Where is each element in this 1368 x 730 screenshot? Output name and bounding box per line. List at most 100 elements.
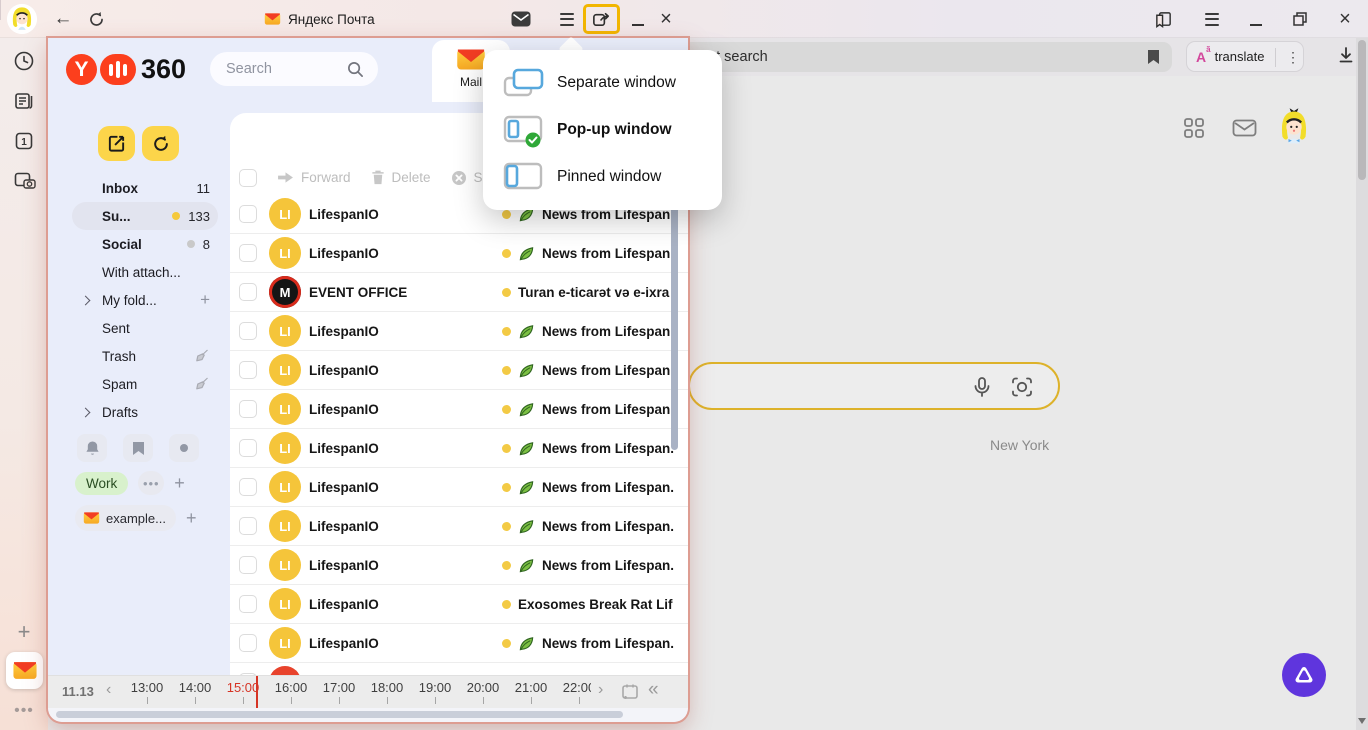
- menu-item-pinned-window[interactable]: Pinned window: [483, 153, 722, 200]
- row-checkbox[interactable]: [239, 400, 257, 418]
- message-row[interactable]: LI LifespanIO News from Lifespan.: [230, 507, 688, 546]
- row-checkbox[interactable]: [239, 595, 257, 613]
- folder-item[interactable]: Social 8: [72, 230, 218, 258]
- voice-search-button[interactable]: [970, 375, 994, 399]
- forward-arrow-icon: [277, 171, 294, 184]
- clock-icon: [13, 50, 35, 72]
- message-row[interactable]: LI LifespanIO News from Lifespan.: [230, 390, 688, 429]
- row-checkbox[interactable]: [239, 634, 257, 652]
- panels-button[interactable]: [1150, 0, 1176, 38]
- message-row[interactable]: LI LifespanIO Exosomes Break Rat Lif: [230, 585, 688, 624]
- sidebar-more-button[interactable]: •••: [10, 702, 38, 720]
- close-button[interactable]: ×: [653, 0, 679, 38]
- message-row[interactable]: LI LifespanIO News from Lifespan.: [230, 546, 688, 585]
- folder-item[interactable]: Drafts: [72, 398, 218, 426]
- row-checkbox[interactable]: [239, 322, 257, 340]
- folder-item[interactable]: Sent: [72, 314, 218, 342]
- labels-more-button[interactable]: •••: [138, 471, 164, 495]
- message-row[interactable]: [230, 663, 688, 675]
- add-account-button[interactable]: +: [186, 508, 197, 529]
- screenshot-button[interactable]: [13, 170, 35, 192]
- message-row[interactable]: M EVENT OFFICE Turan e-ticarət və e-ixra: [230, 273, 688, 312]
- forward-button[interactable]: Forward: [277, 170, 351, 185]
- account-pill[interactable]: example...: [75, 505, 176, 531]
- address-bar[interactable]: net search: [688, 42, 1172, 72]
- page-user-avatar[interactable]: [1274, 106, 1314, 150]
- add-subfolder-button[interactable]: +: [200, 293, 210, 307]
- dot-filter-button[interactable]: [169, 434, 199, 462]
- menu-item-popup-window[interactable]: Pop-up window: [483, 106, 722, 153]
- mail-app-button[interactable]: [6, 652, 43, 689]
- row-checkbox[interactable]: [239, 244, 257, 262]
- folder-item[interactable]: Spam: [72, 370, 218, 398]
- notifications-button[interactable]: [77, 434, 107, 462]
- mail-list-scrollbar[interactable]: [671, 200, 678, 450]
- scroll-down-arrow[interactable]: [1358, 718, 1366, 724]
- compose-button[interactable]: [98, 126, 135, 161]
- refresh-button[interactable]: [142, 126, 179, 161]
- minimize-button[interactable]: [626, 0, 650, 38]
- image-search-button[interactable]: [1010, 375, 1034, 399]
- location-label[interactable]: New York: [990, 437, 1049, 453]
- add-label-button[interactable]: +: [174, 473, 185, 494]
- timeline-collapse-button[interactable]: «: [648, 679, 659, 701]
- horizontal-scrollbar-thumb[interactable]: [56, 711, 623, 718]
- bookmarks-button[interactable]: [123, 434, 153, 462]
- window-mode-button[interactable]: [583, 4, 620, 34]
- message-row[interactable]: LI LifespanIO News from Lifespan.: [230, 312, 688, 351]
- tabs-button[interactable]: 1: [13, 130, 35, 152]
- menu-button[interactable]: [554, 0, 580, 38]
- mail-button[interactable]: [506, 0, 536, 38]
- row-checkbox[interactable]: [239, 478, 257, 496]
- row-checkbox[interactable]: [239, 205, 257, 223]
- alisa-assistant-button[interactable]: [1282, 653, 1326, 697]
- delete-button[interactable]: Delete: [371, 170, 431, 185]
- mail-search-input[interactable]: Search: [210, 52, 378, 86]
- row-checkbox[interactable]: [239, 556, 257, 574]
- user-avatar[interactable]: [7, 4, 37, 34]
- message-row[interactable]: LI LifespanIO News from Lifespan.: [230, 468, 688, 507]
- history-button[interactable]: [13, 50, 35, 72]
- translate-options-button[interactable]: ⋮: [1283, 42, 1303, 73]
- downloads-button[interactable]: [1336, 45, 1358, 67]
- feed-button[interactable]: [13, 90, 35, 112]
- scrollbar-thumb[interactable]: [1358, 40, 1366, 180]
- row-checkbox[interactable]: [239, 283, 257, 301]
- y360-logo[interactable]: Y 360: [66, 54, 186, 85]
- clear-folder-icon[interactable]: [194, 348, 210, 364]
- sidebar-add-button[interactable]: +: [13, 622, 35, 644]
- message-row[interactable]: LI LifespanIO News from Lifespan.: [230, 429, 688, 468]
- unread-dot: [502, 288, 511, 297]
- message-meta: Turan e-ticarət və e-ixra: [502, 273, 688, 312]
- clear-folder-icon[interactable]: [194, 376, 210, 392]
- folder-item[interactable]: With attach...: [72, 258, 218, 286]
- select-all-checkbox[interactable]: [239, 169, 257, 187]
- browser-restore-button[interactable]: [1287, 0, 1313, 38]
- folder-item[interactable]: Trash: [72, 342, 218, 370]
- browser-menu-button[interactable]: [1199, 0, 1225, 38]
- translate-button[interactable]: Aã translate ⋮: [1186, 41, 1304, 72]
- browser-minimize-button[interactable]: [1244, 0, 1268, 38]
- message-row[interactable]: LI LifespanIO News from Lifespan.: [230, 351, 688, 390]
- message-row[interactable]: LI LifespanIO News from Lifespan.: [230, 624, 688, 663]
- folder-item[interactable]: My fold... +: [72, 286, 218, 314]
- folder-item[interactable]: Inbox 11: [72, 174, 218, 202]
- page-scrollbar[interactable]: [1356, 38, 1368, 730]
- back-button[interactable]: ←: [50, 0, 76, 38]
- browser-close-button[interactable]: ×: [1332, 0, 1358, 38]
- message-row[interactable]: LI LifespanIO News from Lifespan.: [230, 234, 688, 273]
- add-event-button[interactable]: [620, 682, 640, 702]
- menu-item-separate-window[interactable]: Separate window: [483, 59, 722, 106]
- reload-button[interactable]: [84, 0, 108, 38]
- folder-item[interactable]: Su... 133: [72, 202, 218, 230]
- label-work[interactable]: Work: [75, 472, 128, 495]
- row-checkbox[interactable]: [239, 439, 257, 457]
- row-checkbox[interactable]: [239, 517, 257, 535]
- page-search-bar[interactable]: [688, 362, 1060, 410]
- apps-grid-button[interactable]: [1183, 117, 1205, 139]
- spam-button[interactable]: S: [451, 170, 483, 186]
- timeline-next-button[interactable]: ›: [598, 681, 603, 699]
- bookmark-icon[interactable]: [1147, 49, 1160, 70]
- page-mail-button[interactable]: [1232, 117, 1257, 139]
- row-checkbox[interactable]: [239, 361, 257, 379]
